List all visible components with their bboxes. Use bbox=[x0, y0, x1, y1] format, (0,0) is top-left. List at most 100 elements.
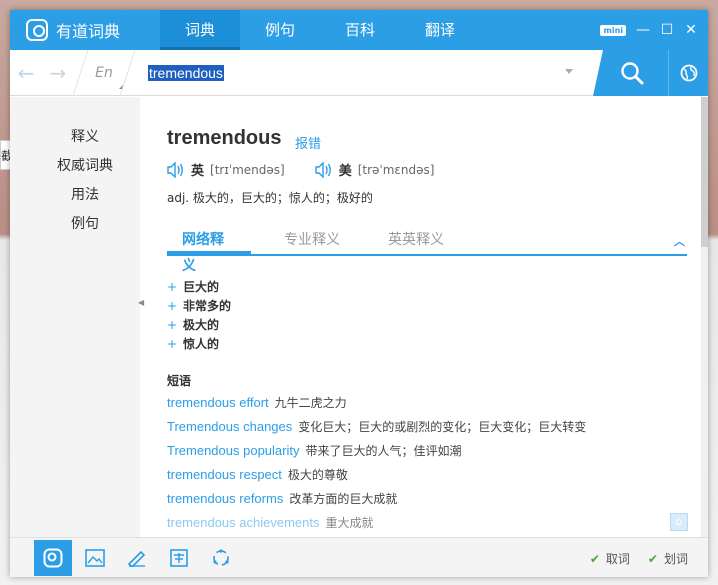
online-toggle-button[interactable] bbox=[668, 50, 708, 96]
maximize-button[interactable]: ☐ bbox=[660, 22, 674, 38]
phrase-item: tremendous achievements 重大成就 bbox=[167, 511, 586, 535]
list-item[interactable]: + 惊人的 bbox=[167, 335, 231, 354]
check-icon: ✔ bbox=[589, 551, 600, 566]
minimize-button[interactable]: — bbox=[636, 22, 650, 38]
word-capture-toggle[interactable]: ✔ 取词 bbox=[590, 550, 630, 567]
speaker-icon[interactable] bbox=[167, 161, 185, 178]
phrase-item: Tremendous popularity 带来了巨大的人气；佳评如潮 bbox=[167, 439, 586, 463]
phrase-item: tremendous effort 九牛二虎之力 bbox=[167, 391, 586, 415]
youdao-logo-icon bbox=[26, 19, 48, 41]
phrase-translation: 重大成就 bbox=[325, 516, 374, 530]
scrollbar-thumb[interactable] bbox=[701, 97, 708, 247]
window-controls: mini — ☐ ✕ bbox=[600, 10, 698, 50]
globe-icon bbox=[680, 64, 697, 82]
check-icon: ✔ bbox=[647, 551, 658, 566]
web-meanings-list: + 巨大的 + 非常多的 + 极大的 + 惊人的 bbox=[167, 278, 231, 354]
search-input[interactable]: tremendous bbox=[148, 63, 548, 82]
list-item[interactable]: + 巨大的 bbox=[167, 278, 231, 297]
search-button[interactable] bbox=[593, 50, 671, 96]
selection-capture-toggle[interactable]: ✔ 划词 bbox=[648, 550, 688, 567]
translate-tool-button[interactable] bbox=[160, 540, 198, 576]
language-selector[interactable]: En bbox=[87, 65, 123, 89]
main-content: tremendous 报错 英 [trɪˈmendəs] 美 [trəˈmɛnd… bbox=[167, 97, 687, 537]
tab-web-meanings[interactable]: 网络释义 bbox=[167, 227, 251, 274]
search-icon bbox=[621, 62, 644, 85]
meaning-text: 巨大的 bbox=[183, 280, 220, 294]
phrase-link[interactable]: tremendous respect bbox=[167, 467, 282, 482]
plus-icon: + bbox=[167, 318, 178, 332]
list-item[interactable]: + 非常多的 bbox=[167, 297, 231, 316]
phrase-link[interactable]: Tremendous popularity bbox=[167, 443, 299, 458]
sync-icon bbox=[213, 548, 229, 566]
headword: tremendous bbox=[167, 127, 282, 149]
plus-icon: + bbox=[167, 337, 178, 351]
sidebar-item-definition[interactable]: 释义 bbox=[30, 123, 140, 152]
tab-examples[interactable]: 例句 bbox=[240, 10, 320, 50]
tab-dictionary[interactable]: 词典 bbox=[160, 10, 240, 50]
phonetics: 英 [trɪˈmendəs] 美 [trəˈmɛndəs] bbox=[167, 160, 464, 179]
phrase-translation: 变化巨大；巨大的或剧烈的变化；巨大变化；巨大转变 bbox=[298, 420, 587, 434]
word-capture-label: 取词 bbox=[605, 551, 630, 566]
search-bar: ← → En tremendous bbox=[10, 49, 708, 96]
app-logo: 有道词典 bbox=[10, 18, 160, 42]
phrase-link[interactable]: tremendous reforms bbox=[167, 491, 283, 506]
phrase-item: tremendous respect 极大的尊敬 bbox=[167, 463, 586, 487]
phrases-list: tremendous effort 九牛二虎之力 Tremendous chang… bbox=[167, 391, 586, 535]
list-item[interactable]: + 极大的 bbox=[167, 316, 231, 335]
search-query-text[interactable]: tremendous bbox=[148, 65, 224, 81]
phrase-translation: 九牛二虎之力 bbox=[274, 396, 347, 410]
phonetic-uk-ipa: [trɪˈmendəs] bbox=[210, 162, 285, 177]
dictionary-window: 有道词典 词典 例句 百科 翻译 mini — ☐ ✕ ← → En treme… bbox=[10, 10, 708, 577]
phrases-heading: 短语 bbox=[167, 374, 192, 388]
definition-tabs: 网络释义 专业释义 英英释义 ︿ bbox=[167, 227, 687, 274]
tab-encyclopedia[interactable]: 百科 bbox=[320, 10, 400, 50]
capture-options: ✔ 取词 ✔ 划词 bbox=[590, 538, 688, 578]
main-nav-tabs: 词典 例句 百科 翻译 bbox=[160, 10, 480, 50]
phrase-item: tremendous reforms 改革方面的巨大成就 bbox=[167, 487, 586, 511]
close-button[interactable]: ✕ bbox=[684, 22, 698, 38]
title-bar: 有道词典 词典 例句 百科 翻译 mini — ☐ ✕ bbox=[10, 10, 708, 50]
phrase-link[interactable]: tremendous effort bbox=[167, 395, 269, 410]
dictionary-mode-button[interactable] bbox=[34, 539, 72, 576]
collapse-sidebar-icon[interactable]: ◀ bbox=[138, 288, 146, 318]
youdao-logo-icon bbox=[43, 548, 63, 567]
sidebar: 释义 权威词典 用法 例句 bbox=[10, 97, 140, 537]
scrollbar[interactable] bbox=[701, 97, 708, 537]
meaning-text: 惊人的 bbox=[183, 337, 220, 351]
image-translate-button[interactable] bbox=[76, 540, 114, 576]
phrase-item: Tremendous changes 变化巨大；巨大的或剧烈的变化；巨大变化；巨大… bbox=[167, 415, 586, 439]
translate-icon bbox=[170, 548, 188, 567]
report-error-link[interactable]: 报错 bbox=[295, 133, 321, 152]
phonetic-uk-label: 英 bbox=[191, 164, 205, 179]
phrase-link[interactable]: Tremendous changes bbox=[167, 419, 292, 434]
plus-icon: + bbox=[167, 299, 178, 313]
tab-professional[interactable]: 专业释义 bbox=[269, 227, 355, 254]
chevron-up-icon[interactable]: ︿ bbox=[674, 233, 685, 249]
mini-mode-button[interactable]: mini bbox=[600, 24, 626, 36]
back-arrow-icon[interactable]: ← bbox=[10, 61, 42, 85]
sidebar-item-examples[interactable]: 例句 bbox=[30, 210, 140, 239]
phonetic-uk: 英 [trɪˈmendəs] bbox=[167, 160, 285, 179]
tab-english-english[interactable]: 英英释义 bbox=[373, 227, 459, 254]
history-dropdown-icon[interactable] bbox=[565, 69, 573, 74]
basic-definition: adj. 极大的，巨大的；惊人的；极好的 bbox=[167, 191, 373, 205]
image-icon bbox=[85, 548, 105, 567]
pen-icon bbox=[127, 550, 146, 567]
forward-arrow-icon[interactable]: → bbox=[42, 61, 74, 85]
meaning-text: 非常多的 bbox=[183, 299, 232, 313]
tab-translate[interactable]: 翻译 bbox=[400, 10, 480, 50]
sync-button[interactable] bbox=[202, 540, 240, 576]
divider bbox=[119, 49, 136, 96]
phrase-translation: 带来了巨大的人气；佳评如潮 bbox=[305, 444, 462, 458]
phonetic-us-label: 美 bbox=[338, 164, 352, 179]
app-name: 有道词典 bbox=[56, 22, 121, 41]
phrase-translation: 改革方面的巨大成就 bbox=[289, 492, 398, 506]
back-to-top-icon[interactable]: ⌂ bbox=[670, 513, 688, 531]
speaker-icon[interactable] bbox=[315, 161, 333, 178]
plus-icon: + bbox=[167, 280, 178, 294]
sidebar-item-usage[interactable]: 用法 bbox=[30, 181, 140, 210]
bottom-toolbar: ✔ 取词 ✔ 划词 bbox=[10, 537, 708, 577]
wordbook-button[interactable] bbox=[118, 540, 156, 576]
sidebar-item-authoritative[interactable]: 权威词典 bbox=[30, 152, 140, 181]
phrase-link[interactable]: tremendous achievements bbox=[167, 515, 319, 530]
